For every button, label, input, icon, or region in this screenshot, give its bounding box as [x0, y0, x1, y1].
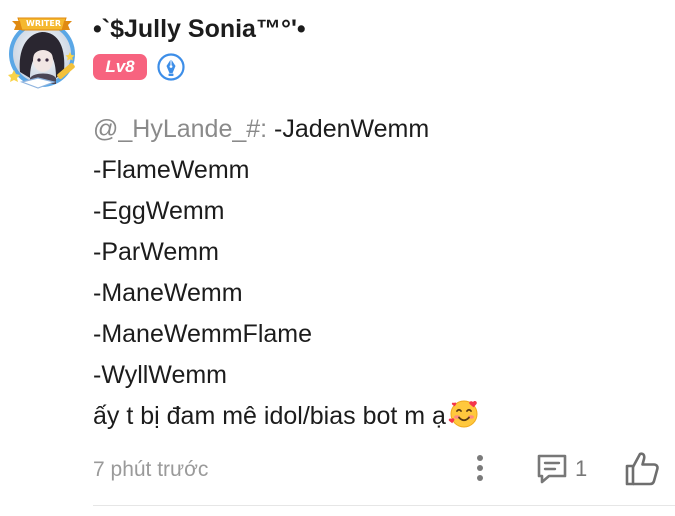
- comment-line: -ManeWemm: [93, 279, 243, 307]
- comment-line: -ManeWemmFlame: [93, 320, 313, 348]
- reply-button[interactable]: 1: [535, 449, 595, 489]
- more-vertical-icon: [466, 455, 494, 494]
- comment-line: -EggWemm: [93, 197, 225, 225]
- thumbs-up-icon: [622, 452, 662, 493]
- comment-line: ấy t bị đam mê idol/bias bot m ạ: [93, 396, 480, 437]
- comment-line: -ParWemm: [93, 238, 219, 266]
- comment-icon: [535, 452, 569, 486]
- comment-line-text: -JadenWemm: [267, 115, 430, 143]
- more-options-button[interactable]: [466, 450, 494, 490]
- like-button[interactable]: [622, 449, 662, 489]
- comment-line: -FlameWemm: [93, 156, 250, 184]
- mention-link[interactable]: @_HyLande_#:: [93, 115, 267, 143]
- comment-line-text: ấy t bị đam mê idol/bias bot m ạ: [93, 402, 446, 430]
- moderator-pen-icon: [157, 53, 185, 81]
- level-badge: Lv8: [93, 54, 147, 80]
- reply-count: 1: [575, 456, 588, 481]
- smiling-face-with-hearts-icon: [448, 398, 480, 430]
- comment-timestamp: 7 phút trước: [93, 458, 209, 481]
- avatar-frame-label: WRITER: [26, 19, 62, 28]
- comment-text: @_HyLande_#: -JadenWemm -FlameWemm -EggW…: [93, 109, 480, 437]
- comment-line: -WyllWemm: [93, 361, 228, 389]
- comment-line: @_HyLande_#: -JadenWemm: [93, 109, 480, 150]
- divider: [93, 505, 675, 506]
- avatar[interactable]: WRITER: [4, 12, 82, 92]
- author-name[interactable]: •`$Jully Sonia™°'•: [93, 12, 306, 46]
